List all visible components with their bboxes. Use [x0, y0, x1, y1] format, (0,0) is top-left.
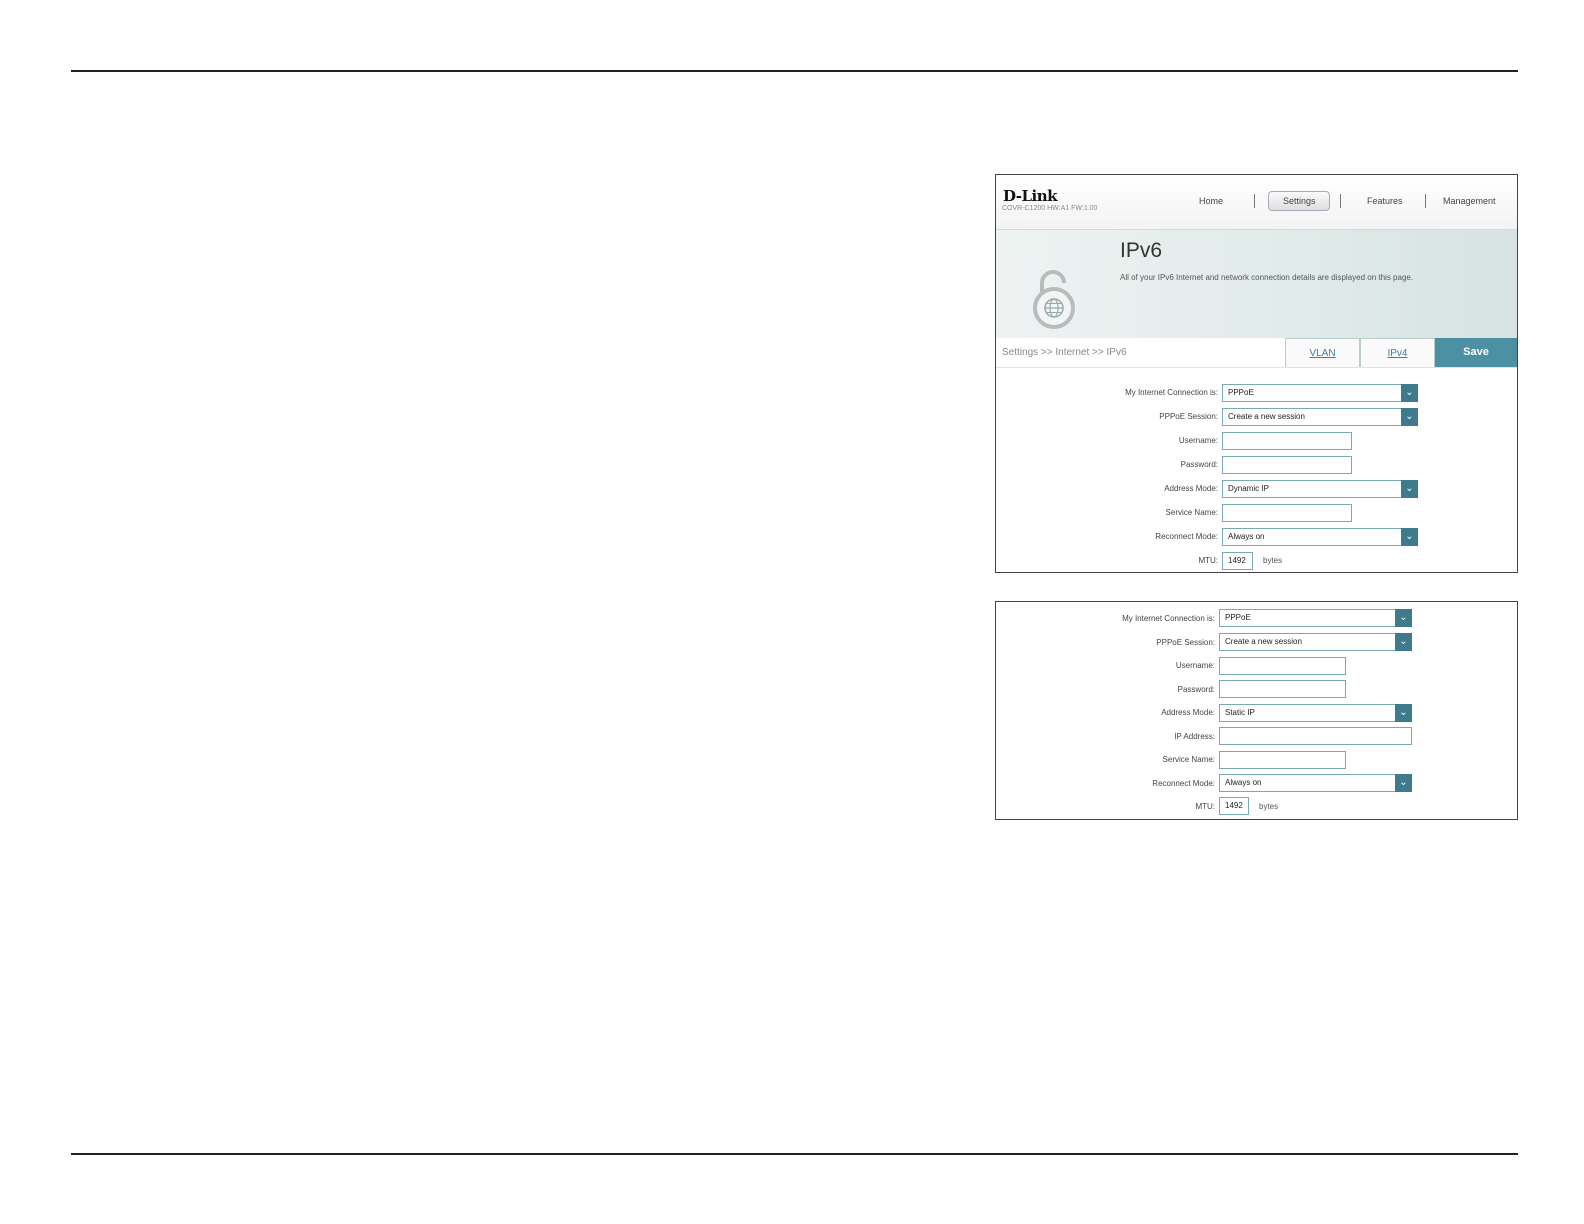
service-name-label: Service Name:	[1162, 755, 1215, 764]
nav-features[interactable]: Features	[1367, 196, 1403, 206]
breadcrumb-bar: Settings >> Internet >> IPv6 VLAN IPv4 S…	[996, 338, 1517, 368]
mtu-label: MTU:	[1198, 556, 1218, 565]
chevron-down-icon: ⌄	[1395, 704, 1412, 722]
model-info: COVR-C1200 HW:A1 FW:1.00	[1002, 205, 1098, 212]
mtu-input[interactable]: 1492	[1219, 797, 1249, 815]
address-mode-value: Dynamic IP	[1228, 484, 1269, 493]
chevron-down-icon: ⌄	[1395, 609, 1412, 627]
password-input[interactable]	[1219, 680, 1346, 698]
address-mode-select[interactable]: Dynamic IP ⌄	[1222, 480, 1418, 498]
address-mode-label: Address Mode:	[1161, 708, 1215, 717]
reconnect-mode-value: Always on	[1225, 778, 1262, 787]
password-input[interactable]	[1222, 456, 1352, 474]
chevron-down-icon: ⌄	[1401, 384, 1418, 402]
address-mode-value: Static IP	[1225, 708, 1255, 717]
pppoe-session-select[interactable]: Create a new session ⌄	[1219, 633, 1412, 651]
chevron-down-icon: ⌄	[1395, 633, 1412, 651]
tab-ipv4[interactable]: IPv4	[1360, 338, 1435, 367]
dlink-logo: D-Link	[1003, 187, 1058, 205]
breadcrumb: Settings >> Internet >> IPv6	[1002, 347, 1127, 358]
unlocked-globe-icon	[1032, 265, 1080, 329]
static-ip-form-screenshot: My Internet Connection is: PPPoE ⌄ PPPoE…	[995, 601, 1518, 820]
address-mode-label: Address Mode:	[1164, 484, 1218, 493]
reconnect-mode-value: Always on	[1228, 532, 1265, 541]
username-label: Username:	[1175, 661, 1215, 670]
password-label: Password:	[1177, 685, 1215, 694]
ip-address-label: IP Address:	[1174, 732, 1215, 741]
service-name-input[interactable]	[1219, 751, 1346, 769]
pppoe-session-label: PPPoE Session:	[1156, 638, 1215, 647]
pppoe-session-value: Create a new session	[1225, 637, 1302, 646]
service-name-input[interactable]	[1222, 504, 1352, 522]
connection-type-select[interactable]: PPPoE ⌄	[1219, 609, 1412, 627]
username-input[interactable]	[1222, 432, 1352, 450]
page-top-rule	[71, 70, 1518, 72]
page-banner: IPv6 All of your IPv6 Internet and netwo…	[996, 230, 1517, 338]
connection-label: My Internet Connection is:	[1125, 388, 1218, 397]
mtu-input[interactable]: 1492	[1222, 552, 1253, 570]
connection-type-select[interactable]: PPPoE ⌄	[1222, 384, 1418, 402]
mtu-unit: bytes	[1259, 802, 1279, 811]
mtu-unit: bytes	[1263, 556, 1283, 565]
ip-address-input[interactable]	[1219, 727, 1412, 745]
page-title: IPv6	[1120, 239, 1163, 262]
chevron-down-icon: ⌄	[1401, 408, 1418, 426]
nav-divider	[1340, 194, 1341, 208]
username-label: Username:	[1178, 436, 1218, 445]
username-input[interactable]	[1219, 657, 1346, 675]
address-mode-select[interactable]: Static IP ⌄	[1219, 704, 1412, 722]
chevron-down-icon: ⌄	[1401, 480, 1418, 498]
page-description: All of your IPv6 Internet and network co…	[1120, 273, 1414, 282]
nav-management[interactable]: Management	[1443, 196, 1496, 206]
service-name-label: Service Name:	[1165, 508, 1218, 517]
pppoe-session-value: Create a new session	[1228, 412, 1305, 421]
tab-vlan[interactable]: VLAN	[1285, 338, 1360, 367]
pppoe-session-select[interactable]: Create a new session ⌄	[1222, 408, 1418, 426]
password-label: Password:	[1180, 460, 1218, 469]
page-bottom-rule	[71, 1153, 1518, 1155]
reconnect-mode-select[interactable]: Always on ⌄	[1222, 528, 1418, 546]
pppoe-session-label: PPPoE Session:	[1159, 412, 1218, 421]
top-header: D-Link COVR-C1200 HW:A1 FW:1.00 Home Set…	[996, 175, 1517, 230]
connection-type-value: PPPoE	[1228, 388, 1254, 397]
nav-divider	[1254, 194, 1255, 208]
ipv6-settings-screenshot: D-Link COVR-C1200 HW:A1 FW:1.00 Home Set…	[995, 174, 1518, 573]
save-button[interactable]: Save	[1435, 338, 1517, 367]
nav-home[interactable]: Home	[1199, 196, 1223, 206]
reconnect-mode-select[interactable]: Always on ⌄	[1219, 774, 1412, 792]
mtu-label: MTU:	[1195, 802, 1215, 811]
nav-divider	[1425, 194, 1426, 208]
nav-settings[interactable]: Settings	[1283, 196, 1316, 206]
connection-label: My Internet Connection is:	[1122, 614, 1215, 623]
chevron-down-icon: ⌄	[1401, 528, 1418, 546]
chevron-down-icon: ⌄	[1395, 774, 1412, 792]
connection-type-value: PPPoE	[1225, 613, 1251, 622]
reconnect-mode-label: Reconnect Mode:	[1155, 532, 1218, 541]
reconnect-mode-label: Reconnect Mode:	[1152, 779, 1215, 788]
